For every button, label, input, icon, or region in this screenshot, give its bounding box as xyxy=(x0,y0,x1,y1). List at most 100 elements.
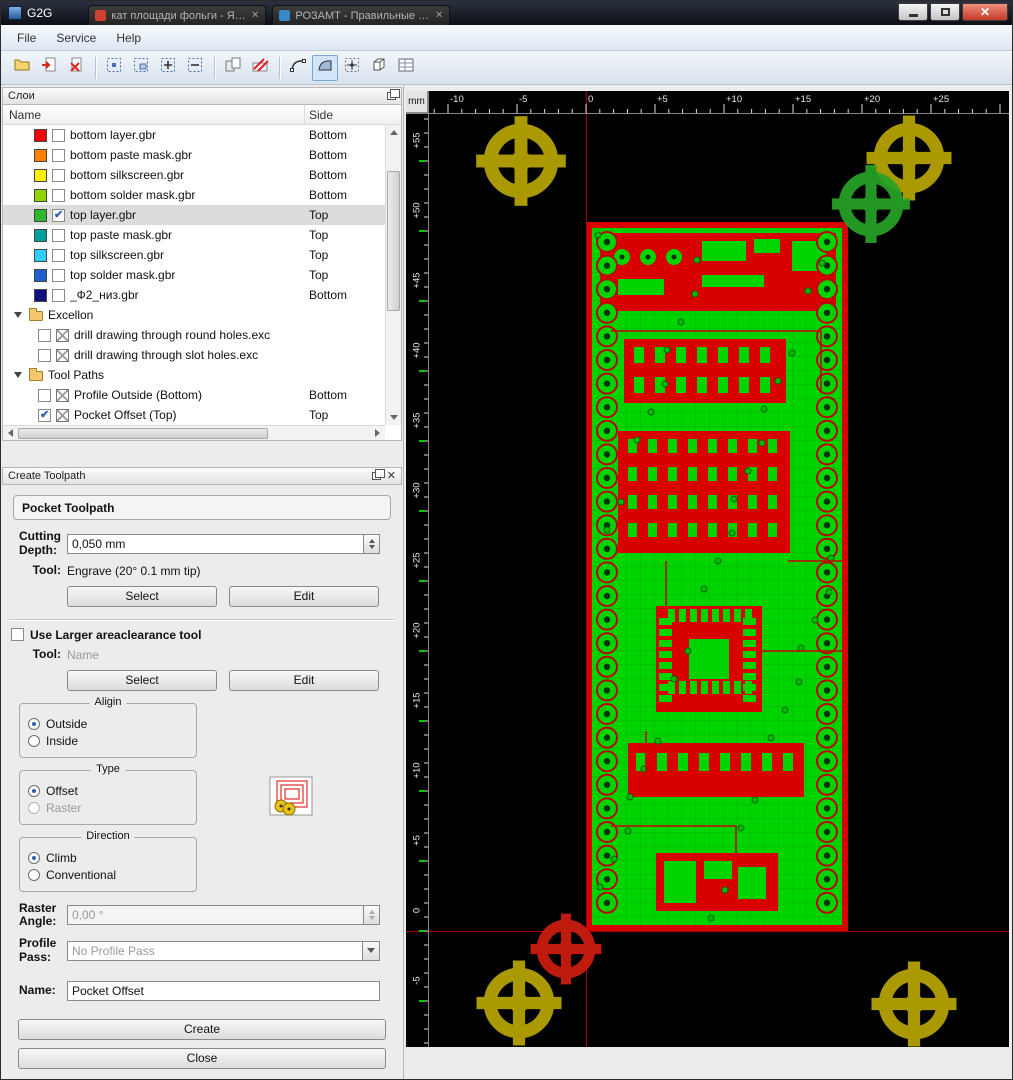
select-tool-button[interactable]: Select xyxy=(67,585,217,607)
layer-visibility-checkbox[interactable] xyxy=(52,128,65,142)
radio-icon[interactable] xyxy=(28,784,40,797)
vertical-scroll-thumb[interactable] xyxy=(387,171,400,311)
select-tool2-button[interactable]: Select xyxy=(67,669,217,691)
import-gerber-button[interactable] xyxy=(36,55,62,81)
column-header-name[interactable]: Name xyxy=(3,105,305,124)
folder-row-toolpaths[interactable]: Tool Paths xyxy=(3,365,385,385)
layer-row[interactable]: bottom layer.gbr Bottom xyxy=(3,125,385,145)
layer-row[interactable]: bottom paste mask.gbr Bottom xyxy=(3,145,385,165)
toolpath-visibility-checkbox[interactable] xyxy=(38,408,51,422)
background-tab-2[interactable]: РОЗАМТ - Правильные с... ✕ xyxy=(272,5,451,25)
mirror-board-button[interactable] xyxy=(220,55,246,81)
radio-icon[interactable] xyxy=(28,851,40,864)
remove-gerber-button[interactable] xyxy=(63,55,89,81)
layer-row[interactable]: top silkscreen.gbr Top xyxy=(3,245,385,265)
layer-side: Bottom xyxy=(309,188,348,202)
column-header-side[interactable]: Side xyxy=(305,108,401,122)
folder-row-excellon[interactable]: Excellon xyxy=(3,305,385,325)
layer-visibility-checkbox[interactable] xyxy=(52,228,65,242)
toolpath-row[interactable]: Pocket Offset (Top) Top xyxy=(3,405,385,425)
radio-offset[interactable]: Offset xyxy=(28,784,188,798)
open-project-button[interactable] xyxy=(9,55,35,81)
layer-visibility-checkbox[interactable] xyxy=(52,208,65,222)
zoom-window-button[interactable] xyxy=(128,55,154,81)
close-button[interactable]: Close xyxy=(18,1047,386,1069)
profile-pass-combobox[interactable]: No Profile Pass xyxy=(67,940,380,961)
create-button[interactable]: Create xyxy=(18,1018,386,1040)
drill-visibility-checkbox[interactable] xyxy=(38,348,51,362)
expand-arrow-icon[interactable] xyxy=(14,312,22,318)
use-larger-tool-checkbox[interactable] xyxy=(11,628,24,642)
layer-visibility-checkbox[interactable] xyxy=(52,288,65,302)
float-panel-icon[interactable] xyxy=(371,469,385,480)
close-window-button[interactable]: ✕ xyxy=(962,3,1008,21)
toolpath-visibility-checkbox[interactable] xyxy=(38,388,51,402)
menu-file[interactable]: File xyxy=(7,27,46,49)
layer-row[interactable]: bottom solder mask.gbr Bottom xyxy=(3,185,385,205)
layer-color-swatch[interactable] xyxy=(34,148,47,162)
layer-visibility-checkbox[interactable] xyxy=(52,168,65,182)
layer-row-selected[interactable]: top layer.gbr Top xyxy=(3,205,385,225)
radio-conventional[interactable]: Conventional xyxy=(28,868,188,882)
scroll-right-button[interactable] xyxy=(370,426,385,440)
toolpath-row[interactable]: Profile Outside (Bottom) Bottom xyxy=(3,385,385,405)
expand-arrow-icon[interactable] xyxy=(14,372,22,378)
toolpath-name-input[interactable]: Pocket Offset xyxy=(67,980,380,1001)
layer-color-swatch[interactable] xyxy=(34,208,47,222)
scroll-up-button[interactable] xyxy=(386,125,401,140)
layer-visibility-checkbox[interactable] xyxy=(52,268,65,282)
edit-tool-button[interactable]: Edit xyxy=(229,585,379,607)
tab-close-icon[interactable]: ✕ xyxy=(251,10,259,21)
close-panel-icon[interactable]: ✕ xyxy=(387,470,396,482)
vertical-scrollbar[interactable] xyxy=(385,125,401,425)
layer-row[interactable]: top solder mask.gbr Top xyxy=(3,265,385,285)
float-panel-icon[interactable] xyxy=(387,89,400,100)
scroll-down-button[interactable] xyxy=(386,410,401,425)
layer-color-swatch[interactable] xyxy=(34,248,47,262)
drill-row[interactable]: drill drawing through slot holes.exc xyxy=(3,345,385,365)
layer-color-swatch[interactable] xyxy=(34,168,47,182)
horizontal-scroll-thumb[interactable] xyxy=(18,427,268,439)
radio-inside[interactable]: Inside xyxy=(28,734,188,748)
layer-visibility-checkbox[interactable] xyxy=(52,248,65,262)
layer-visibility-checkbox[interactable] xyxy=(52,188,65,202)
layer-color-swatch[interactable] xyxy=(34,288,47,302)
layer-row[interactable]: bottom silkscreen.gbr Bottom xyxy=(3,165,385,185)
arc-tool-button[interactable] xyxy=(285,55,311,81)
radio-icon[interactable] xyxy=(28,717,40,730)
radio-outside[interactable]: Outside xyxy=(28,717,188,731)
radio-icon[interactable] xyxy=(28,734,40,747)
spinner-buttons[interactable] xyxy=(364,533,380,554)
zoom-extents-button[interactable] xyxy=(101,55,127,81)
layer-row[interactable]: top paste mask.gbr Top xyxy=(3,225,385,245)
background-tab-1[interactable]: кат площади фольги - Янд... ✕ xyxy=(88,5,267,25)
layer-color-swatch[interactable] xyxy=(34,268,47,282)
horizontal-scrollbar[interactable] xyxy=(3,425,385,440)
layer-visibility-checkbox[interactable] xyxy=(52,148,65,162)
layer-color-swatch[interactable] xyxy=(34,128,47,142)
interpolation-tool-button[interactable] xyxy=(312,54,338,81)
layer-row[interactable]: _Ф2_низ.gbr Bottom xyxy=(3,285,385,305)
scroll-left-button[interactable] xyxy=(3,426,18,440)
gcode-table-button[interactable] xyxy=(393,55,419,81)
edit-tool2-button[interactable]: Edit xyxy=(229,669,379,691)
view-3d-button[interactable] xyxy=(366,55,392,81)
layer-color-swatch[interactable] xyxy=(34,228,47,242)
radio-climb[interactable]: Climb xyxy=(28,851,188,865)
tab-close-icon[interactable]: ✕ xyxy=(435,10,443,21)
layer-color-swatch[interactable] xyxy=(34,188,47,202)
clear-layer-button[interactable] xyxy=(247,55,273,81)
radio-icon[interactable] xyxy=(28,868,40,881)
cutting-depth-input[interactable]: 0,050 mm xyxy=(67,533,364,554)
maximize-button[interactable] xyxy=(930,3,960,21)
menu-service[interactable]: Service xyxy=(46,27,106,49)
menu-help[interactable]: Help xyxy=(106,27,151,49)
zoom-out-button[interactable] xyxy=(182,55,208,81)
minimize-button[interactable] xyxy=(898,3,928,21)
origin-tool-button[interactable] xyxy=(339,55,365,81)
drill-row[interactable]: drill drawing through round holes.exc xyxy=(3,325,385,345)
pcb-viewport[interactable]: mm -10 -5 0 +5 +10 +15 +20 +25 +55 +50 +… xyxy=(406,91,1009,1047)
zoom-in-button[interactable] xyxy=(155,55,181,81)
dropdown-button[interactable] xyxy=(363,940,380,961)
drill-visibility-checkbox[interactable] xyxy=(38,328,51,342)
